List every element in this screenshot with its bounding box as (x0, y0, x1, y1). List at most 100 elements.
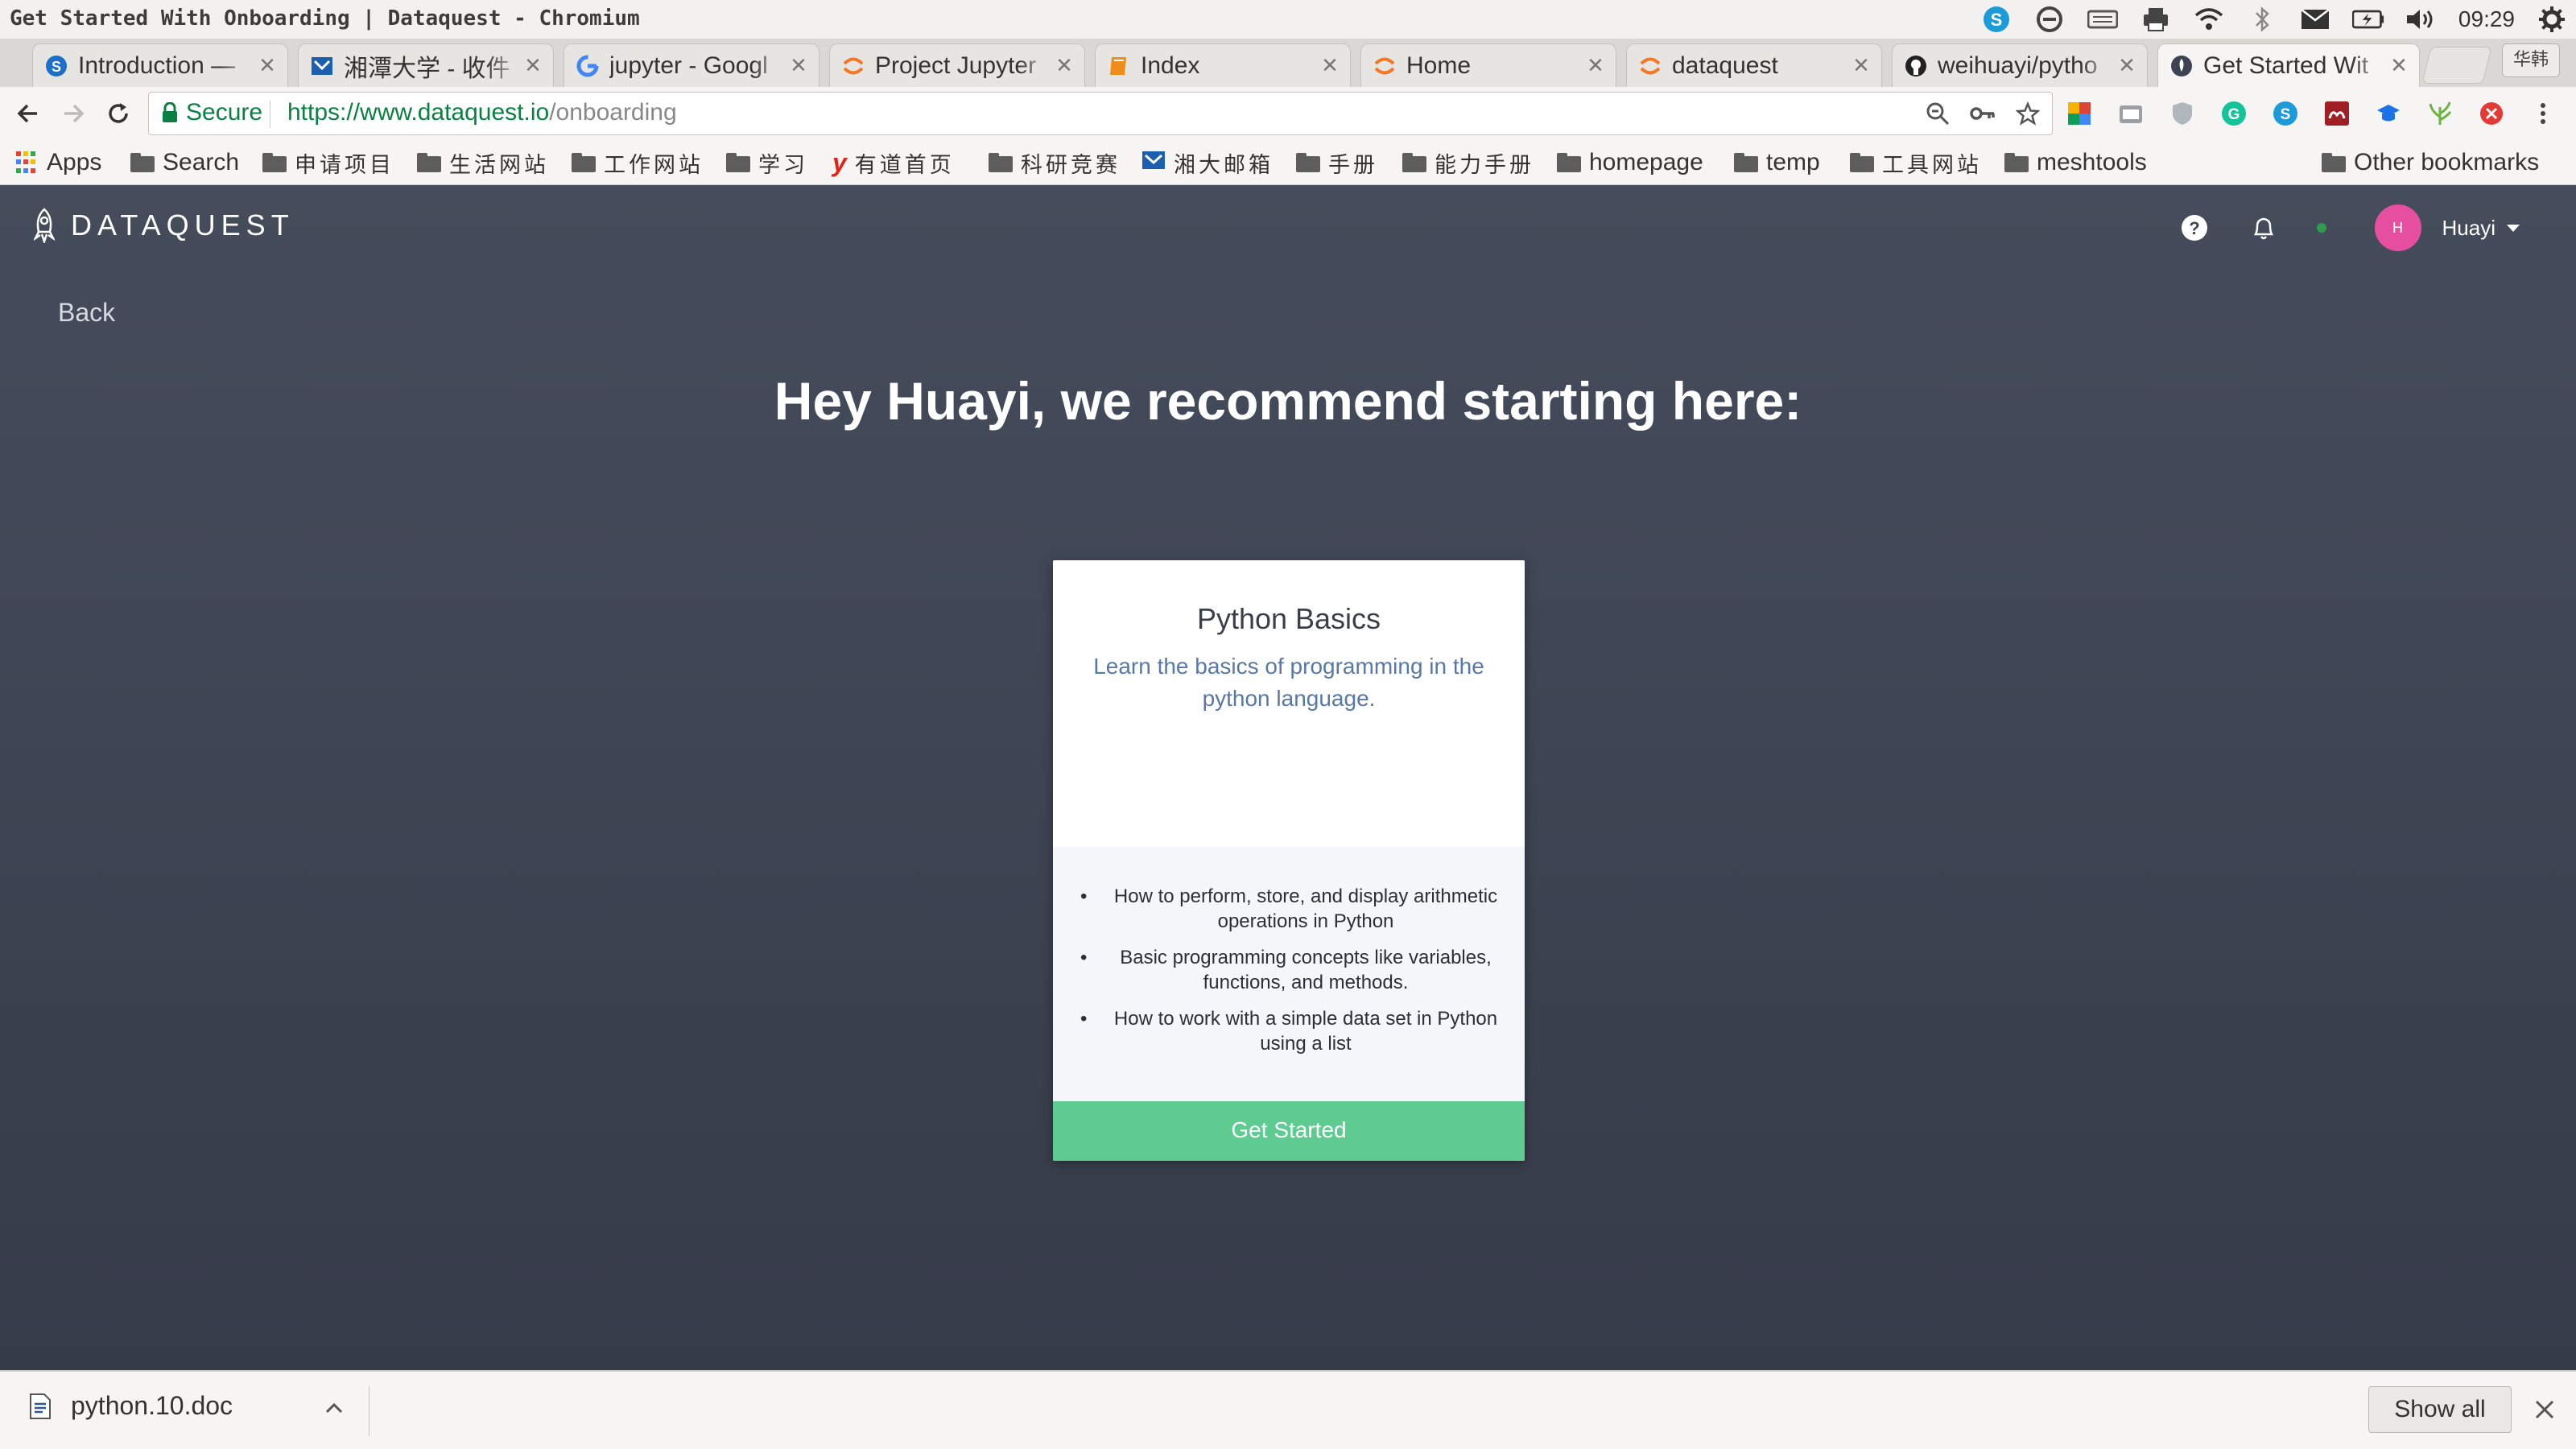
bookmark-tool-sites[interactable]: 工具网站 (1850, 147, 1982, 179)
svg-text:S: S (1991, 10, 2003, 30)
academic-extension-icon[interactable] (2370, 95, 2407, 132)
folder-icon (1850, 153, 1874, 172)
more-menu-icon[interactable] (2524, 95, 2562, 132)
download-item[interactable]: python.10.doc (29, 1391, 233, 1421)
close-tab-icon[interactable]: ✕ (1851, 54, 1872, 78)
notification-bell-icon[interactable] (2248, 212, 2280, 244)
grammarly-extension-icon[interactable]: G (2215, 95, 2252, 132)
bookmark-star-icon[interactable] (2012, 97, 2044, 130)
user-name[interactable]: Huayi (2442, 216, 2496, 241)
tab-strip: S Introduction — ✕ 湘潭大学 - 收件 ✕ jupyter -… (0, 39, 2576, 87)
svg-text:?: ? (2189, 218, 2199, 238)
battery-tray-icon[interactable] (2351, 3, 2384, 35)
chevron-up-icon[interactable] (322, 1396, 346, 1420)
forward-arrow-icon[interactable] (55, 95, 92, 132)
bookmark-manual[interactable]: 手册 (1296, 147, 1378, 179)
outcomes-list: How to perform, store, and display arith… (1080, 884, 1512, 1067)
mail-tray-icon[interactable] (2299, 3, 2331, 35)
back-link[interactable]: Back (58, 298, 115, 328)
printer-tray-icon[interactable] (2140, 3, 2172, 35)
profile-badge[interactable]: 华韩 (2502, 43, 2560, 77)
tab-jupyter-google[interactable]: jupyter - Googl ✕ (564, 43, 819, 87)
github-icon (1904, 54, 1928, 78)
keyboard-tray-icon[interactable] (2087, 3, 2119, 35)
tab-introduction[interactable]: S Introduction — ✕ (32, 43, 288, 87)
settings-gear-icon[interactable] (2536, 3, 2568, 35)
reload-icon[interactable] (100, 95, 137, 132)
bookmark-other[interactable]: Other bookmarks (2322, 147, 2539, 179)
bookmark-label: 能力手册 (1435, 152, 1534, 178)
tab-github-weihuayi[interactable]: weihuayi/pytho ✕ (1892, 43, 2148, 87)
bookmark-research[interactable]: 科研竞赛 (989, 147, 1121, 179)
close-icon[interactable] (2531, 1396, 2558, 1423)
avatar[interactable]: H (2374, 204, 2421, 251)
secure-indicator[interactable]: Secure (162, 99, 262, 126)
bookmark-study[interactable]: 学习 (726, 147, 808, 179)
download-shelf: python.10.doc Show all (0, 1370, 2576, 1449)
close-tab-icon[interactable]: ✕ (788, 54, 809, 78)
bluetooth-tray-icon[interactable] (2246, 3, 2278, 35)
show-all-button[interactable]: Show all (2368, 1386, 2512, 1433)
tab-label: Project Jupyter (875, 52, 1037, 79)
svg-text:S: S (2281, 106, 2291, 123)
help-icon[interactable]: ? (2178, 212, 2211, 244)
skype-tray-icon[interactable]: S (1980, 3, 2013, 35)
close-tab-icon[interactable]: ✕ (1054, 54, 1075, 78)
sync-tray-icon[interactable] (2033, 3, 2066, 35)
tab-xtu-mail[interactable]: 湘潭大学 - 收件 ✕ (298, 43, 554, 87)
new-tab-button[interactable] (2421, 47, 2492, 84)
volume-tray-icon[interactable] (2405, 3, 2438, 35)
wifi-tray-icon[interactable] (2193, 3, 2225, 35)
folder-icon (417, 153, 441, 172)
close-tab-icon[interactable]: ✕ (2388, 54, 2409, 78)
tab-label: dataquest (1672, 52, 1778, 79)
bookmark-work-sites[interactable]: 工作网站 (572, 147, 704, 179)
tab-dataquest[interactable]: dataquest ✕ (1626, 43, 1882, 87)
dataquest-logo[interactable]: DATAQUEST (34, 208, 295, 243)
tab-index[interactable]: Index ✕ (1095, 43, 1351, 87)
bookmark-life-sites[interactable]: 生活网站 (417, 147, 549, 179)
bookmark-xtu-mail[interactable]: 湘大邮箱 (1141, 147, 1274, 179)
leaf-extension-icon[interactable] (2421, 95, 2458, 132)
tab-home[interactable]: Home ✕ (1360, 43, 1616, 87)
tab-get-started[interactable]: Get Started Wit ✕ (2157, 43, 2420, 87)
lock-icon (163, 102, 177, 122)
close-tab-icon[interactable]: ✕ (1585, 54, 1606, 78)
zoom-icon[interactable] (1922, 97, 1954, 130)
bookmark-search[interactable]: Search (130, 147, 239, 179)
bookmark-homepage[interactable]: homepage (1557, 147, 1703, 179)
bookmark-label: temp (1766, 149, 1820, 175)
bookmark-apps[interactable]: Apps (16, 147, 101, 179)
clock[interactable]: 09:29 (2458, 6, 2515, 32)
shield-extension-icon[interactable] (2164, 95, 2201, 132)
close-tab-icon[interactable]: ✕ (1319, 54, 1340, 78)
url-text[interactable]: https://www.dataquest.io/onboarding (287, 99, 677, 126)
close-tab-icon[interactable]: ✕ (2116, 54, 2137, 78)
bookmark-temp[interactable]: temp (1734, 147, 1820, 179)
bookmark-apply-projects[interactable]: 申请项目 (262, 147, 394, 179)
mendeley-extension-icon[interactable] (2318, 95, 2355, 132)
course-card[interactable]: Python Basics Learn the basics of progra… (1053, 560, 1525, 1161)
color-picker-extension-icon[interactable] (2061, 95, 2098, 132)
bookmark-skill-manual[interactable]: 能力手册 (1402, 147, 1534, 179)
blocker-extension-icon[interactable] (2473, 95, 2510, 132)
screenshot-extension-icon[interactable] (2112, 95, 2149, 132)
logo-text: DATAQUEST (71, 208, 295, 242)
folder-icon (572, 153, 596, 172)
close-tab-icon[interactable]: ✕ (257, 54, 278, 78)
key-icon[interactable] (1967, 97, 1999, 130)
navigation-bar: Secure https://www.dataquest.io/onboardi… (0, 87, 2576, 140)
get-started-button[interactable]: Get Started (1053, 1101, 1525, 1161)
tab-label: 湘潭大学 - 收件 (344, 55, 510, 82)
course-description: Learn the basics of programming in the p… (1093, 654, 1484, 711)
bookmark-youdao[interactable]: y 有道首页 (832, 147, 955, 179)
address-bar[interactable]: Secure https://www.dataquest.io/onboardi… (148, 92, 2053, 135)
back-arrow-icon[interactable] (10, 95, 47, 132)
extensions-toolbar: G S (2061, 95, 2562, 132)
system-tray: S 09:29 (1980, 3, 2568, 35)
skype-extension-icon[interactable]: S (2267, 95, 2304, 132)
chevron-down-icon[interactable] (2507, 224, 2520, 232)
close-tab-icon[interactable]: ✕ (522, 54, 543, 78)
bookmark-meshtools[interactable]: meshtools (2004, 147, 2147, 179)
tab-project-jupyter[interactable]: Project Jupyter ✕ (829, 43, 1085, 87)
